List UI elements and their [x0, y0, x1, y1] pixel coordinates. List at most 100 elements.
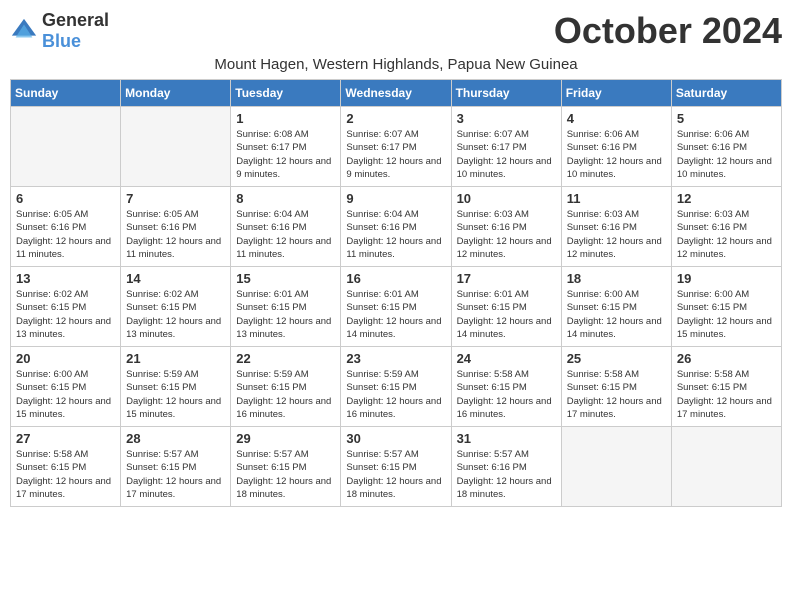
day-number: 3	[457, 111, 556, 126]
calendar-cell: 19 Sunrise: 6:00 AM Sunset: 6:15 PM Dayli…	[671, 267, 781, 347]
day-info: Sunrise: 6:02 AM Sunset: 6:15 PM Dayligh…	[16, 288, 115, 341]
day-number: 13	[16, 271, 115, 286]
day-info: Sunrise: 6:06 AM Sunset: 6:16 PM Dayligh…	[567, 128, 666, 181]
logo: General Blue	[10, 10, 109, 52]
day-info: Sunrise: 5:58 AM Sunset: 6:15 PM Dayligh…	[677, 368, 776, 421]
day-number: 1	[236, 111, 335, 126]
day-info: Sunrise: 5:59 AM Sunset: 6:15 PM Dayligh…	[346, 368, 445, 421]
day-number: 6	[16, 191, 115, 206]
calendar-cell: 4 Sunrise: 6:06 AM Sunset: 6:16 PM Daylig…	[561, 107, 671, 187]
day-number: 23	[346, 351, 445, 366]
day-info: Sunrise: 6:07 AM Sunset: 6:17 PM Dayligh…	[457, 128, 556, 181]
page-header: General Blue October 2024	[10, 10, 782, 52]
day-info: Sunrise: 6:06 AM Sunset: 6:16 PM Dayligh…	[677, 128, 776, 181]
day-number: 15	[236, 271, 335, 286]
calendar-cell: 1 Sunrise: 6:08 AM Sunset: 6:17 PM Daylig…	[231, 107, 341, 187]
day-number: 4	[567, 111, 666, 126]
day-info: Sunrise: 5:57 AM Sunset: 6:16 PM Dayligh…	[457, 448, 556, 501]
weekday-header: Friday	[561, 80, 671, 107]
day-number: 19	[677, 271, 776, 286]
calendar-cell: 22 Sunrise: 5:59 AM Sunset: 6:15 PM Dayli…	[231, 347, 341, 427]
calendar-week-row: 1 Sunrise: 6:08 AM Sunset: 6:17 PM Daylig…	[11, 107, 782, 187]
day-number: 8	[236, 191, 335, 206]
day-info: Sunrise: 6:07 AM Sunset: 6:17 PM Dayligh…	[346, 128, 445, 181]
day-info: Sunrise: 5:59 AM Sunset: 6:15 PM Dayligh…	[126, 368, 225, 421]
weekday-header: Sunday	[11, 80, 121, 107]
calendar-cell: 5 Sunrise: 6:06 AM Sunset: 6:16 PM Daylig…	[671, 107, 781, 187]
day-info: Sunrise: 5:57 AM Sunset: 6:15 PM Dayligh…	[126, 448, 225, 501]
day-info: Sunrise: 6:03 AM Sunset: 6:16 PM Dayligh…	[677, 208, 776, 261]
calendar-cell: 26 Sunrise: 5:58 AM Sunset: 6:15 PM Dayli…	[671, 347, 781, 427]
calendar-cell: 7Sunrise: 6:05 AM Sunset: 6:16 PM Daylig…	[121, 187, 231, 267]
calendar-week-row: 6 Sunrise: 6:05 AM Sunset: 6:16 PM Daylig…	[11, 187, 782, 267]
calendar-cell: 31 Sunrise: 5:57 AM Sunset: 6:16 PM Dayli…	[451, 427, 561, 507]
day-info: Sunrise: 6:00 AM Sunset: 6:15 PM Dayligh…	[677, 288, 776, 341]
day-number: 22	[236, 351, 335, 366]
calendar-cell: 25 Sunrise: 5:58 AM Sunset: 6:15 PM Dayli…	[561, 347, 671, 427]
day-number: 5	[677, 111, 776, 126]
day-number: 24	[457, 351, 556, 366]
weekday-header: Saturday	[671, 80, 781, 107]
location-title: Mount Hagen, Western Highlands, Papua Ne…	[10, 56, 782, 73]
weekday-header: Tuesday	[231, 80, 341, 107]
day-info: Sunrise: 6:00 AM Sunset: 6:15 PM Dayligh…	[16, 368, 115, 421]
calendar-cell: 30Sunrise: 5:57 AM Sunset: 6:15 PM Dayli…	[341, 427, 451, 507]
calendar-cell: 2 Sunrise: 6:07 AM Sunset: 6:17 PM Daylig…	[341, 107, 451, 187]
title-block: October 2024	[554, 10, 782, 52]
calendar-cell: 14Sunrise: 6:02 AM Sunset: 6:15 PM Dayli…	[121, 267, 231, 347]
calendar-cell: 18Sunrise: 6:00 AM Sunset: 6:15 PM Dayli…	[561, 267, 671, 347]
calendar-cell: 13 Sunrise: 6:02 AM Sunset: 6:15 PM Dayli…	[11, 267, 121, 347]
day-info: Sunrise: 5:59 AM Sunset: 6:15 PM Dayligh…	[236, 368, 335, 421]
day-number: 27	[16, 431, 115, 446]
calendar-table: SundayMondayTuesdayWednesdayThursdayFrid…	[10, 79, 782, 507]
day-number: 25	[567, 351, 666, 366]
weekday-header: Wednesday	[341, 80, 451, 107]
day-number: 29	[236, 431, 335, 446]
calendar-week-row: 20 Sunrise: 6:00 AM Sunset: 6:15 PM Dayli…	[11, 347, 782, 427]
calendar-week-row: 13 Sunrise: 6:02 AM Sunset: 6:15 PM Dayli…	[11, 267, 782, 347]
calendar-cell: 28 Sunrise: 5:57 AM Sunset: 6:15 PM Dayli…	[121, 427, 231, 507]
calendar-cell: 6 Sunrise: 6:05 AM Sunset: 6:16 PM Daylig…	[11, 187, 121, 267]
calendar-cell: 16 Sunrise: 6:01 AM Sunset: 6:15 PM Dayli…	[341, 267, 451, 347]
day-number: 17	[457, 271, 556, 286]
day-info: Sunrise: 6:01 AM Sunset: 6:15 PM Dayligh…	[346, 288, 445, 341]
day-info: Sunrise: 5:57 AM Sunset: 6:15 PM Dayligh…	[236, 448, 335, 501]
calendar-cell: 21Sunrise: 5:59 AM Sunset: 6:15 PM Dayli…	[121, 347, 231, 427]
day-number: 9	[346, 191, 445, 206]
calendar-cell: 24 Sunrise: 5:58 AM Sunset: 6:15 PM Dayli…	[451, 347, 561, 427]
day-info: Sunrise: 6:04 AM Sunset: 6:16 PM Dayligh…	[236, 208, 335, 261]
day-info: Sunrise: 6:01 AM Sunset: 6:15 PM Dayligh…	[457, 288, 556, 341]
day-number: 26	[677, 351, 776, 366]
calendar-cell	[561, 427, 671, 507]
day-number: 31	[457, 431, 556, 446]
day-number: 10	[457, 191, 556, 206]
calendar-cell: 29 Sunrise: 5:57 AM Sunset: 6:15 PM Dayli…	[231, 427, 341, 507]
calendar-cell: 3 Sunrise: 6:07 AM Sunset: 6:17 PM Daylig…	[451, 107, 561, 187]
calendar-cell	[121, 107, 231, 187]
day-number: 2	[346, 111, 445, 126]
day-number: 18	[567, 271, 666, 286]
day-number: 28	[126, 431, 225, 446]
calendar-cell: 12 Sunrise: 6:03 AM Sunset: 6:16 PM Dayli…	[671, 187, 781, 267]
day-number: 12	[677, 191, 776, 206]
logo-general: General	[42, 10, 109, 30]
day-info: Sunrise: 6:03 AM Sunset: 6:16 PM Dayligh…	[567, 208, 666, 261]
day-number: 16	[346, 271, 445, 286]
calendar-cell	[11, 107, 121, 187]
calendar-week-row: 27 Sunrise: 5:58 AM Sunset: 6:15 PM Dayli…	[11, 427, 782, 507]
day-number: 7	[126, 191, 225, 206]
calendar-cell: 10Sunrise: 6:03 AM Sunset: 6:16 PM Dayli…	[451, 187, 561, 267]
calendar-cell: 11Sunrise: 6:03 AM Sunset: 6:16 PM Dayli…	[561, 187, 671, 267]
day-info: Sunrise: 5:58 AM Sunset: 6:15 PM Dayligh…	[567, 368, 666, 421]
day-info: Sunrise: 6:08 AM Sunset: 6:17 PM Dayligh…	[236, 128, 335, 181]
day-number: 20	[16, 351, 115, 366]
day-info: Sunrise: 6:02 AM Sunset: 6:15 PM Dayligh…	[126, 288, 225, 341]
day-info: Sunrise: 6:05 AM Sunset: 6:16 PM Dayligh…	[16, 208, 115, 261]
day-number: 30	[346, 431, 445, 446]
day-info: Sunrise: 5:58 AM Sunset: 6:15 PM Dayligh…	[457, 368, 556, 421]
day-info: Sunrise: 5:58 AM Sunset: 6:15 PM Dayligh…	[16, 448, 115, 501]
calendar-cell: 17 Sunrise: 6:01 AM Sunset: 6:15 PM Dayli…	[451, 267, 561, 347]
calendar-cell: 9Sunrise: 6:04 AM Sunset: 6:16 PM Daylig…	[341, 187, 451, 267]
calendar-cell: 20 Sunrise: 6:00 AM Sunset: 6:15 PM Dayli…	[11, 347, 121, 427]
calendar-header-row: SundayMondayTuesdayWednesdayThursdayFrid…	[11, 80, 782, 107]
